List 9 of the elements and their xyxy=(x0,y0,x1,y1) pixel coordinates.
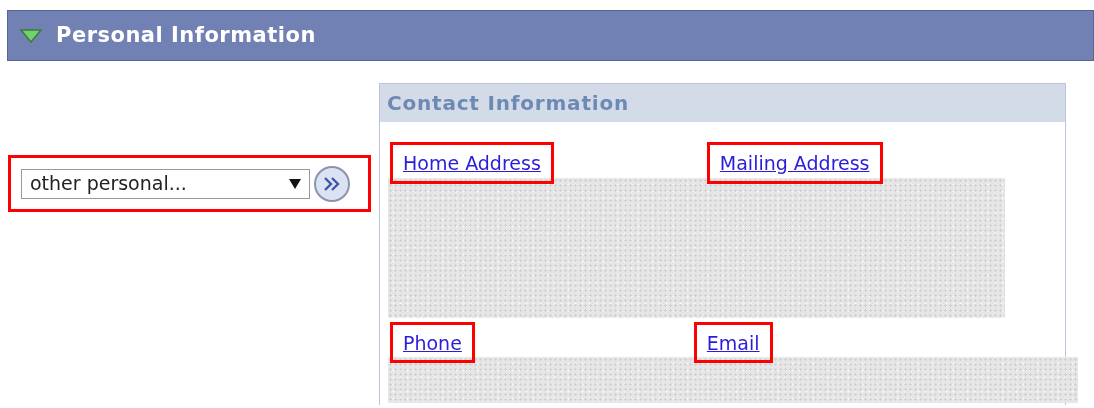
contact-link[interactable]: Email xyxy=(706,331,760,354)
section-title: Personal Information xyxy=(56,21,316,49)
contact-link[interactable]: Mailing Address xyxy=(719,152,870,174)
contact-link[interactable]: Phone xyxy=(403,331,462,354)
dropdown[interactable]: other personal... xyxy=(21,168,310,199)
double-chevron-icon[interactable] xyxy=(322,175,342,192)
contact-link[interactable]: Home Address xyxy=(403,152,541,174)
go-button[interactable] xyxy=(314,165,350,202)
panel-title: Contact Information xyxy=(380,84,1065,122)
